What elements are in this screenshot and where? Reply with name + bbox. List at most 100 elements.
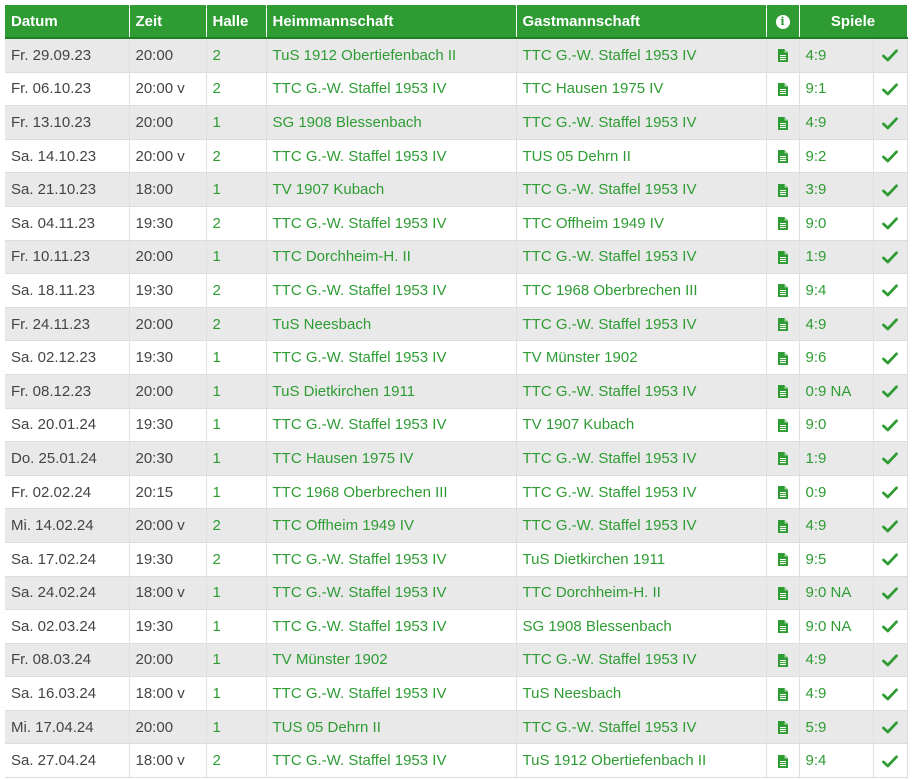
guest-team-link[interactable]: TTC Offheim 1949 IV [523,215,664,232]
home-team-link[interactable]: TTC G.-W. Staffel 1953 IV [273,282,447,299]
document-icon[interactable] [777,248,788,265]
cell-report[interactable] [766,475,800,510]
cell-halle[interactable]: 1 [206,609,267,644]
cell-halle[interactable]: 1 [206,374,267,409]
cell-halle[interactable]: 2 [206,542,267,577]
cell-report[interactable] [766,139,800,174]
result-link[interactable]: 1:9 [806,450,827,467]
home-team-link[interactable]: TTC G.-W. Staffel 1953 IV [273,349,447,366]
home-team-link[interactable]: TTC G.-W. Staffel 1953 IV [273,215,447,232]
guest-team-link[interactable]: TTC G.-W. Staffel 1953 IV [523,651,697,668]
document-icon[interactable] [777,584,788,601]
home-team-link[interactable]: TTC 1968 Oberbrechen III [273,484,448,501]
cell-report[interactable] [766,38,800,73]
guest-team-link[interactable]: TTC G.-W. Staffel 1953 IV [523,316,697,333]
result-link[interactable]: 0:9 [806,484,827,501]
guest-team-link[interactable]: TV Münster 1902 [523,349,638,366]
result-link[interactable]: 4:9 [806,651,827,668]
result-link[interactable]: 9:4 [806,282,827,299]
cell-report[interactable] [766,576,800,611]
result-link[interactable]: 4:9 [806,114,827,131]
guest-team-link[interactable]: TTC G.-W. Staffel 1953 IV [523,248,697,265]
guest-team-link[interactable]: TTC G.-W. Staffel 1953 IV [523,114,697,131]
home-team-link[interactable]: TuS Dietkirchen 1911 [273,383,416,400]
guest-team-link[interactable]: TuS 1912 Obertiefenbach II [523,752,707,769]
guest-team-link[interactable]: TTC G.-W. Staffel 1953 IV [523,719,697,736]
guest-team-link[interactable]: TuS Neesbach [523,685,622,702]
cell-halle[interactable]: 2 [206,38,267,73]
home-team-link[interactable]: TuS Neesbach [273,316,372,333]
home-team-link[interactable]: TuS 1912 Obertiefenbach II [273,47,457,64]
cell-halle[interactable]: 1 [206,710,267,745]
home-team-link[interactable]: TUS 05 Dehrn II [273,719,381,736]
document-icon[interactable] [777,181,788,198]
document-icon[interactable] [777,383,788,400]
cell-halle[interactable]: 1 [206,340,267,375]
result-link[interactable]: 9:2 [806,148,827,165]
cell-halle[interactable]: 2 [206,508,267,543]
cell-report[interactable] [766,206,800,241]
cell-halle[interactable]: 2 [206,139,267,174]
cell-report[interactable] [766,172,800,207]
result-link[interactable]: 5:9 [806,719,827,736]
result-link[interactable]: 9:6 [806,349,827,366]
cell-report[interactable] [766,441,800,476]
cell-report[interactable] [766,340,800,375]
cell-halle[interactable]: 1 [206,105,267,140]
home-team-link[interactable]: TTC G.-W. Staffel 1953 IV [273,416,447,433]
home-team-link[interactable]: TTC G.-W. Staffel 1953 IV [273,584,447,601]
home-team-link[interactable]: TTC G.-W. Staffel 1953 IV [273,618,447,635]
guest-team-link[interactable]: TuS Dietkirchen 1911 [523,551,666,568]
cell-halle[interactable]: 2 [206,72,267,107]
home-team-link[interactable]: TTC G.-W. Staffel 1953 IV [273,80,447,97]
cell-report[interactable] [766,408,800,443]
document-icon[interactable] [777,215,788,232]
guest-team-link[interactable]: TTC G.-W. Staffel 1953 IV [523,484,697,501]
document-icon[interactable] [777,148,788,165]
cell-halle[interactable]: 1 [206,676,267,711]
cell-report[interactable] [766,508,800,543]
document-icon[interactable] [777,752,788,769]
document-icon[interactable] [777,416,788,433]
cell-report[interactable] [766,72,800,107]
cell-report[interactable] [766,542,800,577]
cell-halle[interactable]: 2 [206,743,267,779]
cell-report[interactable] [766,710,800,745]
cell-report[interactable] [766,307,800,342]
result-link[interactable]: 4:9 [806,47,827,64]
document-icon[interactable] [777,685,788,702]
guest-team-link[interactable]: TTC G.-W. Staffel 1953 IV [523,450,697,467]
guest-team-link[interactable]: SG 1908 Blessenbach [523,618,672,635]
cell-report[interactable] [766,273,800,308]
guest-team-link[interactable]: TV 1907 Kubach [523,416,635,433]
home-team-link[interactable]: TTC Offheim 1949 IV [273,517,414,534]
document-icon[interactable] [777,517,788,534]
home-team-link[interactable]: TTC G.-W. Staffel 1953 IV [273,551,447,568]
home-team-link[interactable]: TTC G.-W. Staffel 1953 IV [273,685,447,702]
result-link[interactable]: 0:9 NA [806,383,852,400]
result-link[interactable]: 4:9 [806,517,827,534]
cell-halle[interactable]: 1 [206,441,267,476]
result-link[interactable]: 9:1 [806,80,827,97]
guest-team-link[interactable]: TTC G.-W. Staffel 1953 IV [523,181,697,198]
cell-report[interactable] [766,609,800,644]
cell-halle[interactable]: 2 [206,307,267,342]
result-link[interactable]: 9:4 [806,752,827,769]
document-icon[interactable] [777,450,788,467]
result-link[interactable]: 3:9 [806,181,827,198]
cell-halle[interactable]: 1 [206,172,267,207]
result-link[interactable]: 9:0 [806,416,827,433]
document-icon[interactable] [777,80,788,97]
document-icon[interactable] [777,551,788,568]
home-team-link[interactable]: TV Münster 1902 [273,651,388,668]
cell-halle[interactable]: 1 [206,643,267,678]
document-icon[interactable] [777,349,788,366]
result-link[interactable]: 9:0 [806,215,827,232]
result-link[interactable]: 9:0 NA [806,584,852,601]
cell-halle[interactable]: 1 [206,576,267,611]
cell-halle[interactable]: 2 [206,206,267,241]
document-icon[interactable] [777,282,788,299]
guest-team-link[interactable]: TTC G.-W. Staffel 1953 IV [523,47,697,64]
guest-team-link[interactable]: TTC G.-W. Staffel 1953 IV [523,383,697,400]
document-icon[interactable] [777,651,788,668]
